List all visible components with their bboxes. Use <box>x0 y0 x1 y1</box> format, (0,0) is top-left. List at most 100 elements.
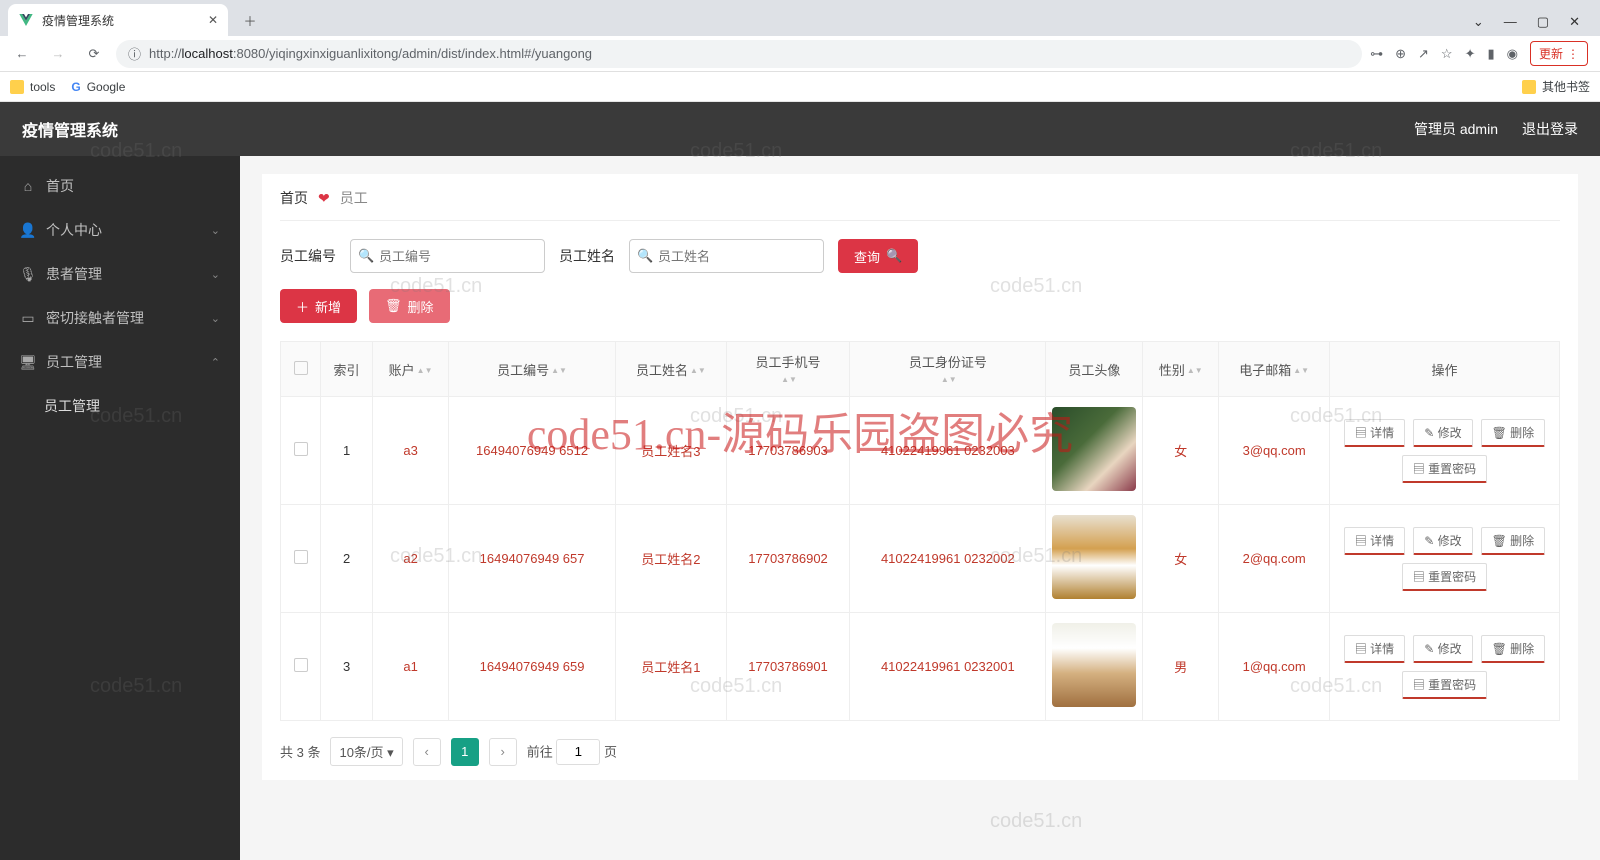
sidebar-item-contact[interactable]: ▭ 密切接触者管理 ⌄ <box>0 296 240 340</box>
minimize-icon[interactable]: ― <box>1504 14 1517 30</box>
reset-pwd-button[interactable]: ▤ 重置密码 <box>1402 563 1487 591</box>
translate-icon[interactable]: ⊕ <box>1395 46 1406 62</box>
row-delete-button[interactable]: 🗑 删除 <box>1481 419 1546 447</box>
next-page-button[interactable]: › <box>489 738 517 766</box>
sidebar-item-patient[interactable]: 🎙 患者管理 ⌄ <box>0 252 240 296</box>
cell-account: a1 <box>373 613 449 721</box>
select-all-checkbox[interactable] <box>294 361 308 375</box>
sidebar-item-staff[interactable]: 🖥 员工管理 ⌃ <box>0 340 240 384</box>
col-emp-id[interactable]: 员工编号▲▼ <box>449 342 616 397</box>
cell-account: a2 <box>373 505 449 613</box>
user-label[interactable]: 管理员 admin <box>1414 119 1498 139</box>
extensions-icon[interactable]: ✦ <box>1465 46 1476 62</box>
app-header: 疫情管理系统 管理员 admin 退出登录 <box>0 102 1600 156</box>
row-checkbox[interactable] <box>294 550 308 564</box>
profile-icon[interactable]: ◉ <box>1507 46 1518 62</box>
sidebar-subitem-staff[interactable]: 员工管理 <box>0 384 240 428</box>
page-size-select[interactable]: 10条/页 ▾ <box>330 737 402 766</box>
delete-button[interactable]: 🗑删除 <box>369 289 450 323</box>
back-button[interactable]: ← <box>8 40 36 68</box>
page-number[interactable]: 1 <box>451 738 479 766</box>
address-bar[interactable]: ⓘ http://localhost:8080/yiqingxinxiguanl… <box>116 40 1362 68</box>
app-title: 疫情管理系统 <box>22 117 118 141</box>
search-icon: 🔍 <box>358 248 374 264</box>
total-count: 共 3 条 <box>280 742 320 761</box>
goto-input[interactable] <box>556 739 600 765</box>
cell-emp-id: 16494076949 6512 <box>449 397 616 505</box>
add-button[interactable]: ＋新增 <box>280 289 357 323</box>
logout-link[interactable]: 退出登录 <box>1522 119 1578 139</box>
vue-favicon-icon <box>18 12 34 28</box>
new-tab-button[interactable]: ＋ <box>236 6 264 34</box>
detail-button[interactable]: ▤ 详情 <box>1344 419 1405 447</box>
goto-label: 前往 <box>527 744 553 759</box>
sidebar-item-personal[interactable]: 👤 个人中心 ⌄ <box>0 208 240 252</box>
cell-email: 1@qq.com <box>1219 613 1330 721</box>
detail-button[interactable]: ▤ 详情 <box>1344 527 1405 555</box>
cell-emp-name: 员工姓名1 <box>616 613 727 721</box>
edit-button[interactable]: ✎ 修改 <box>1413 527 1472 555</box>
row-delete-button[interactable]: 🗑 删除 <box>1481 527 1546 555</box>
label-emp-id: 员工编号 <box>280 246 336 266</box>
update-button[interactable]: 更新⋮ <box>1530 41 1588 66</box>
cell-gender: 男 <box>1143 613 1219 721</box>
monitor-icon: 🖥 <box>20 354 36 370</box>
col-phone[interactable]: 员工手机号▲▼ <box>726 342 850 397</box>
bookmark-tools[interactable]: tools <box>10 80 55 94</box>
emp-id-input[interactable] <box>350 239 545 273</box>
forward-button[interactable]: → <box>44 40 72 68</box>
edit-button[interactable]: ✎ 修改 <box>1413 419 1472 447</box>
cell-idcard: 41022419961 0232003 <box>850 397 1046 505</box>
prev-page-button[interactable]: ‹ <box>413 738 441 766</box>
sort-icon: ▲▼ <box>781 377 797 383</box>
card-icon: ▭ <box>20 310 36 326</box>
col-idcard[interactable]: 员工身份证号▲▼ <box>850 342 1046 397</box>
reload-button[interactable]: ⟳ <box>80 40 108 68</box>
table-row: 3 a1 16494076949 659 员工姓名1 17703786901 4… <box>281 613 1560 721</box>
col-ops: 操作 <box>1330 342 1560 397</box>
close-icon[interactable]: ✕ <box>208 13 218 27</box>
emp-name-input[interactable] <box>629 239 824 273</box>
main-content: 首页 ❤ 员工 员工编号 🔍 员工姓名 🔍 查询🔍 <box>240 156 1600 860</box>
col-gender[interactable]: 性别▲▼ <box>1143 342 1219 397</box>
row-checkbox[interactable] <box>294 442 308 456</box>
table-row: 2 a2 16494076949 657 员工姓名2 17703786902 4… <box>281 505 1560 613</box>
breadcrumb-home[interactable]: 首页 <box>280 188 308 208</box>
cell-index: 3 <box>321 613 373 721</box>
bookmark-other[interactable]: 其他书签 <box>1522 78 1590 95</box>
browser-tab[interactable]: 疫情管理系统 ✕ <box>8 4 228 36</box>
reset-pwd-button[interactable]: ▤ 重置密码 <box>1402 671 1487 699</box>
bookmark-google[interactable]: GGoogle <box>71 80 125 94</box>
cell-emp-name: 员工姓名3 <box>616 397 727 505</box>
key-icon[interactable]: ⊶ <box>1370 46 1383 62</box>
share-icon[interactable]: ↗ <box>1418 46 1429 62</box>
star-icon[interactable]: ☆ <box>1441 46 1453 62</box>
data-table: 索引 账户▲▼ 员工编号▲▼ 员工姓名▲▼ 员工手机号▲▼ 员工身份证号▲▼ 员… <box>280 341 1560 721</box>
row-delete-button[interactable]: 🗑 删除 <box>1481 635 1546 663</box>
cell-emp-id: 16494076949 657 <box>449 505 616 613</box>
cell-phone: 17703786901 <box>726 613 850 721</box>
edit-button[interactable]: ✎ 修改 <box>1413 635 1472 663</box>
row-checkbox[interactable] <box>294 658 308 672</box>
maximize-icon[interactable]: ▢ <box>1537 14 1549 30</box>
chevron-down-icon[interactable]: ⌄ <box>1473 14 1484 30</box>
cell-idcard: 41022419961 0232001 <box>850 613 1046 721</box>
detail-button[interactable]: ▤ 详情 <box>1344 635 1405 663</box>
col-index[interactable]: 索引 <box>321 342 373 397</box>
sidebar-item-home[interactable]: ⌂ 首页 <box>0 164 240 208</box>
col-email[interactable]: 电子邮箱▲▼ <box>1219 342 1330 397</box>
close-window-icon[interactable]: ✕ <box>1569 14 1580 30</box>
folder-icon <box>1522 80 1536 94</box>
col-emp-name[interactable]: 员工姓名▲▼ <box>616 342 727 397</box>
sidepanel-icon[interactable]: ▮ <box>1487 46 1494 62</box>
reset-pwd-button[interactable]: ▤ 重置密码 <box>1402 455 1487 483</box>
cell-idcard: 41022419961 0232002 <box>850 505 1046 613</box>
label-emp-name: 员工姓名 <box>559 246 615 266</box>
avatar-image <box>1052 623 1136 707</box>
window-controls: ⌄ ― ▢ ✕ <box>1461 14 1592 36</box>
col-account[interactable]: 账户▲▼ <box>373 342 449 397</box>
query-button[interactable]: 查询🔍 <box>838 239 918 273</box>
chevron-up-icon: ⌃ <box>211 356 220 369</box>
avatar-image <box>1052 407 1136 491</box>
col-avatar: 员工头像 <box>1046 342 1143 397</box>
